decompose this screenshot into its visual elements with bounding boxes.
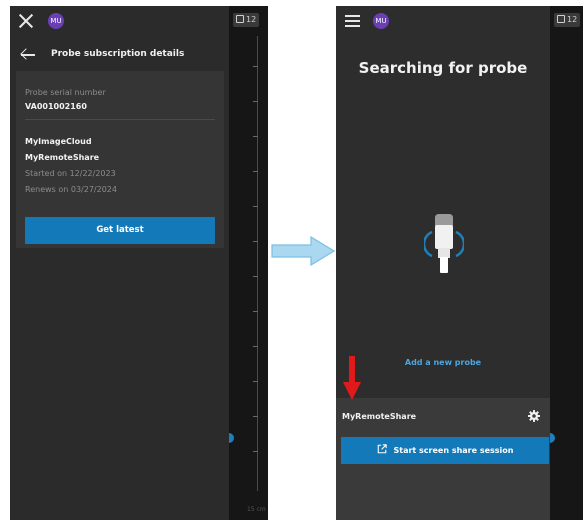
start-screen-share-label: Start screen share session — [393, 446, 514, 455]
depth-tick — [253, 276, 258, 277]
divider — [25, 119, 215, 120]
depth-tick — [253, 171, 258, 172]
page-title: Probe subscription details — [51, 49, 185, 59]
frame-badge: 12 — [233, 13, 260, 27]
close-icon[interactable] — [19, 14, 33, 28]
remote-share-panel: MyRemoteShare Start screen share session — [336, 398, 550, 520]
frame-badge: 12 — [554, 13, 581, 27]
depth-tick — [253, 66, 258, 67]
started-date: Started on 12/22/2023 — [25, 169, 116, 178]
probe-drawer: MU Searching for probe Add a new probe M… — [336, 6, 550, 520]
depth-tick — [253, 381, 258, 382]
gear-icon[interactable] — [528, 410, 540, 422]
serial-number-label: Probe serial number — [25, 88, 106, 97]
renews-date: Renews on 03/27/2024 — [25, 185, 117, 194]
left-screen: 12 15 cm MU Probe subscription details P… — [10, 6, 268, 520]
remote-share-name: MyRemoteShare — [342, 412, 417, 421]
red-down-arrow-icon — [343, 356, 361, 400]
scan-depth-strip: 12 15 cm — [224, 6, 268, 520]
depth-tick — [253, 416, 258, 417]
get-latest-button[interactable]: Get latest — [25, 217, 215, 244]
add-new-probe-link[interactable]: Add a new probe — [336, 358, 550, 367]
subscription-item: MyImageCloud — [25, 137, 92, 146]
image-icon — [557, 15, 565, 23]
ultrasound-probe-icon — [424, 214, 464, 273]
serial-number-value: VA001002160 — [25, 102, 87, 111]
frame-badge-value: 12 — [567, 15, 578, 24]
depth-tick — [253, 136, 258, 137]
scan-depth-strip: 12 — [545, 6, 583, 520]
subscription-item: MyRemoteShare — [25, 153, 100, 162]
avatar[interactable]: MU — [373, 13, 389, 29]
depth-scale-line — [257, 36, 258, 491]
subscription-drawer: MU Probe subscription details Probe seri… — [10, 6, 229, 520]
depth-tick — [253, 101, 258, 102]
frame-badge-value: 12 — [246, 15, 257, 24]
avatar[interactable]: MU — [48, 13, 64, 29]
top-bar: MU — [10, 6, 229, 36]
searching-title: Searching for probe — [358, 59, 528, 77]
image-icon — [236, 15, 244, 23]
external-link-icon — [377, 444, 387, 454]
start-screen-share-button[interactable]: Start screen share session — [341, 437, 549, 464]
depth-tick — [253, 451, 258, 452]
depth-tick — [253, 206, 258, 207]
page-header: Probe subscription details — [10, 40, 229, 70]
right-arrow-icon — [271, 236, 335, 266]
right-screen: 12 MU Searching for probe Add a new prob… — [336, 6, 583, 520]
depth-tick — [253, 311, 258, 312]
top-bar: MU — [336, 6, 550, 36]
depth-tick — [253, 241, 258, 242]
back-arrow-icon[interactable] — [20, 48, 36, 61]
hamburger-icon[interactable] — [345, 15, 360, 27]
depth-tick — [253, 346, 258, 347]
subscription-card: Probe serial number VA001002160 MyImageC… — [16, 71, 224, 248]
depth-label: 15 cm — [247, 506, 266, 513]
